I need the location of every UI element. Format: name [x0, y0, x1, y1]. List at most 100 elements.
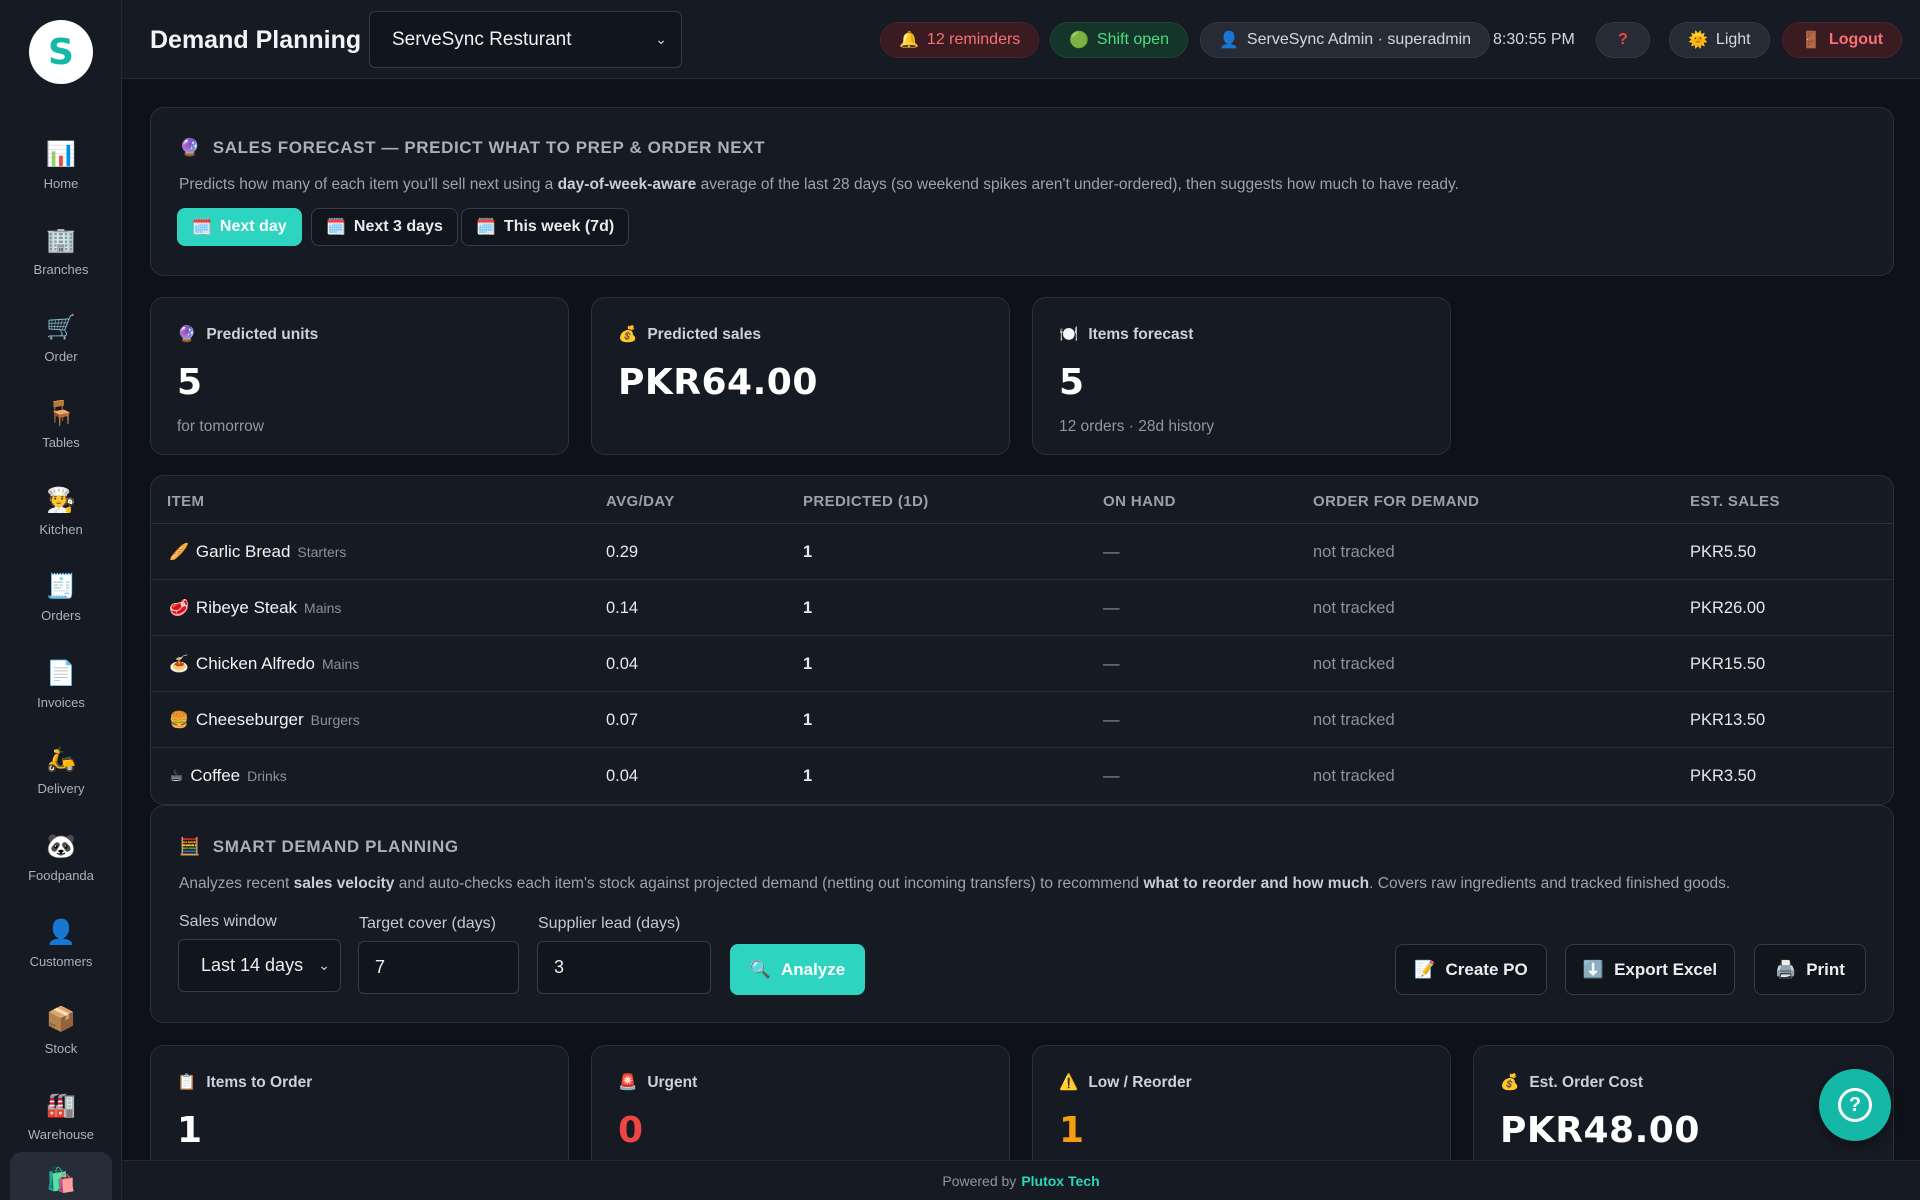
item-cell: 🥩 Ribeye Steak Mains	[169, 598, 341, 618]
top-header: Demand Planning ServeSync Resturant ⌄ 🔔 12…	[122, 0, 1920, 79]
help-icon: ?	[1618, 31, 1628, 48]
analyze-button[interactable]: 🔍 Analyze	[730, 944, 865, 995]
column-header-est-sales[interactable]: EST. SALES	[1690, 493, 1780, 510]
column-header-predicted[interactable]: PREDICTED (1D)	[803, 493, 929, 510]
table-row[interactable]: 🥖 Garlic Bread Starters 0.29 1 — not track…	[151, 524, 1893, 580]
sidebar-item-demand-planning[interactable]: 🛍️	[10, 1152, 112, 1200]
print-button[interactable]: 🖨️ Print	[1754, 944, 1866, 995]
desc-text: and auto-checks each item's stock agains…	[394, 875, 1144, 892]
desc-bold: what to reorder and how much	[1143, 875, 1370, 892]
reminders-label: 12 reminders	[926, 31, 1021, 48]
sales-window-select[interactable]: Last 14 days ⌄	[178, 939, 341, 992]
table-row[interactable]: 🍝 Chicken Alfredo Mains 0.04 1 — not track…	[151, 636, 1893, 692]
target-cover-input[interactable]: 7	[358, 941, 519, 994]
sidebar-item-customers[interactable]: 👤 Customers	[0, 901, 122, 988]
order-cell: not tracked	[1313, 767, 1395, 785]
shift-status-badge[interactable]: 🟢 Shift open	[1050, 22, 1188, 58]
cart-icon: 🛒	[46, 312, 76, 341]
table-row[interactable]: ☕ Coffee Drinks 0.04 1 — not tracked PKR3.…	[151, 748, 1893, 804]
item-category: Starters	[297, 544, 347, 560]
branch-select[interactable]: ServeSync Resturant ⌄	[369, 11, 682, 68]
sidebar-item-tables[interactable]: 🪑 Tables	[0, 382, 122, 469]
sales-window-value: Last 14 days	[201, 955, 304, 975]
stat-label-text: Items to Order	[206, 1073, 313, 1091]
item-name: Chicken Alfredo	[195, 654, 315, 673]
table-row[interactable]: 🥩 Ribeye Steak Mains 0.14 1 — not tracked …	[151, 580, 1893, 636]
avg-day-cell: 0.04	[606, 655, 639, 673]
desc-text: Predicts how many of each item you'll se…	[179, 176, 558, 193]
smart-planning-description: Analyzes recent sales velocity and auto-…	[179, 875, 1730, 893]
sidebar-item-label: Kitchen	[39, 521, 83, 537]
sidebar-item-kitchen[interactable]: 🧑‍🍳 Kitchen	[0, 468, 122, 555]
predicted-cell: 1	[803, 655, 813, 673]
horizon-chip-next-3-days[interactable]: 🗓️ Next 3 days	[311, 208, 458, 246]
predicted-cell: 1	[803, 767, 813, 785]
horizon-chip-next-day[interactable]: 🗓️ Next day	[177, 208, 302, 246]
column-header-on-hand[interactable]: ON HAND	[1103, 493, 1176, 510]
chart-icon: 📊	[46, 139, 76, 168]
app-logo[interactable]: S	[29, 20, 93, 84]
sidebar-item-stock[interactable]: 📦 Stock	[0, 987, 122, 1074]
supplier-lead-input[interactable]: 3	[537, 941, 711, 994]
siren-icon: 🚨	[618, 1074, 638, 1091]
section-title: 🧮 Smart demand planning	[179, 837, 459, 857]
sidebar-item-delivery[interactable]: 🛵 Delivery	[0, 728, 122, 815]
sales-window-label: Sales window	[179, 913, 277, 930]
kpi-label: 🍽️ Items forecast	[1059, 325, 1193, 344]
warning-icon: ⚠️	[1059, 1074, 1079, 1091]
stat-label-text: Est. Order Cost	[1529, 1073, 1644, 1091]
sidebar-item-warehouse[interactable]: 🏭 Warehouse	[0, 1074, 122, 1161]
green-dot-icon: 🟢	[1069, 32, 1089, 49]
sidebar-item-label: Branches	[33, 262, 89, 278]
kpi-subtext: 12 orders · 28d history	[1059, 418, 1215, 435]
forecast-table: ITEM AVG/DAY PREDICTED (1D) ON HAND ORDE…	[150, 475, 1894, 805]
theme-toggle-button[interactable]: 🌞 Light	[1669, 22, 1770, 58]
supplier-lead-value: 3	[554, 957, 565, 977]
coffee-icon: ☕	[169, 768, 184, 785]
help-button[interactable]: ?	[1596, 22, 1650, 58]
horizon-chip-this-week[interactable]: 🗓️ This week (7d)	[461, 208, 630, 246]
chip-label: Next 3 days	[353, 218, 443, 235]
order-cell: not tracked	[1313, 655, 1395, 673]
sidebar-item-invoices[interactable]: 📄 Invoices	[0, 641, 122, 728]
sidebar-item-order[interactable]: 🛒 Order	[0, 295, 122, 382]
sidebar-item-orders[interactable]: 🧾 Orders	[0, 555, 122, 642]
receipt-icon: 🧾	[46, 572, 76, 601]
smart-demand-planning-card: 🧮 Smart demand planning Analyzes recent s…	[150, 805, 1894, 1023]
target-cover-label: Target cover (days)	[359, 915, 496, 932]
column-header-item[interactable]: ITEM	[167, 493, 204, 510]
clipboard-icon: 📋	[177, 1074, 197, 1091]
export-label: Export Excel	[1614, 959, 1718, 979]
sidebar-item-home[interactable]: 📊 Home	[0, 122, 122, 209]
reminders-badge[interactable]: 🔔 12 reminders	[880, 22, 1040, 58]
sidebar-item-branches[interactable]: 🏢 Branches	[0, 209, 122, 296]
stat-label-text: Urgent	[647, 1073, 698, 1091]
kpi-label: 💰 Predicted sales	[618, 325, 761, 344]
sidebar-item-foodpanda[interactable]: 🐼 Foodpanda	[0, 814, 122, 901]
sidebar-item-label: Invoices	[37, 694, 85, 710]
table-row[interactable]: 🍔 Cheeseburger Burgers 0.07 1 — not tracke…	[151, 692, 1893, 748]
user-badge[interactable]: 👤 ServeSync Admin · superadmin	[1200, 22, 1491, 58]
scooter-icon: 🛵	[46, 745, 76, 774]
est-sales-cell: PKR26.00	[1690, 599, 1766, 617]
stat-value: 0	[618, 1110, 644, 1151]
help-chat-button[interactable]: ?	[1819, 1069, 1891, 1141]
item-name: Ribeye Steak	[195, 598, 298, 617]
building-icon: 🏢	[46, 226, 76, 255]
column-header-avg-day[interactable]: AVG/DAY	[606, 493, 675, 510]
item-category: Burgers	[310, 712, 360, 728]
section-title: 🔮 Sales forecast — predict what to prep &…	[179, 138, 765, 158]
user-label: ServeSync Admin · superadmin	[1246, 31, 1472, 48]
factory-icon: 🏭	[46, 1091, 76, 1120]
logout-button[interactable]: 🚪 Logout	[1782, 22, 1903, 58]
create-po-button[interactable]: 📝 Create PO	[1395, 944, 1547, 995]
burger-icon: 🍔	[169, 712, 189, 729]
sidebar-item-label: Delivery	[37, 781, 85, 797]
avg-day-cell: 0.29	[606, 543, 639, 561]
money-bag-icon: 💰	[1500, 1074, 1520, 1091]
est-sales-cell: PKR5.50	[1690, 543, 1757, 561]
column-header-order-for-demand[interactable]: ORDER FOR DEMAND	[1313, 493, 1479, 510]
footer-brand-link[interactable]: Plutox Tech	[1021, 1173, 1099, 1189]
document-icon: 📝	[1414, 959, 1436, 979]
export-excel-button[interactable]: ⬇️ Export Excel	[1565, 944, 1735, 995]
